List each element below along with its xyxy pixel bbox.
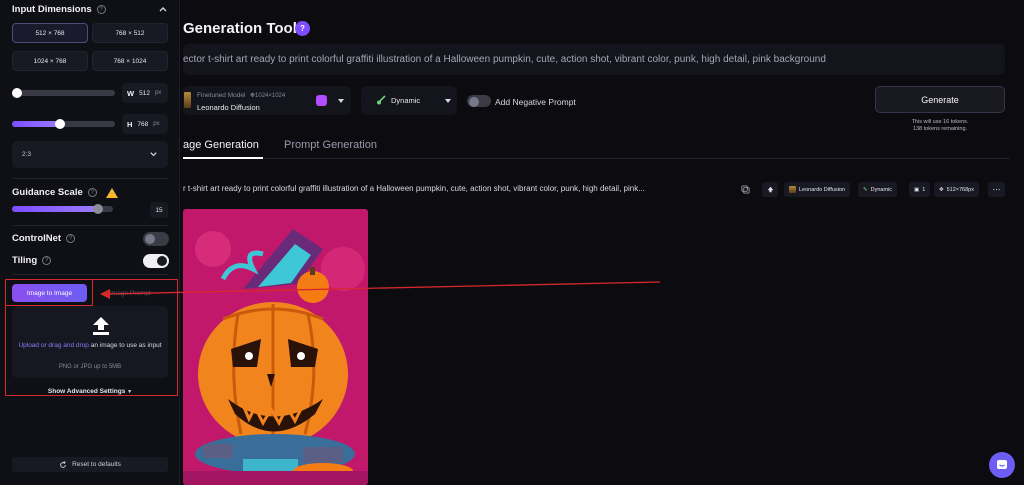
help-icon[interactable]: ? bbox=[295, 21, 310, 36]
model-kicker: Finetuned Model bbox=[197, 92, 246, 99]
negative-prompt-label: Add Negative Prompt bbox=[495, 97, 576, 107]
chip-image-count: ▣ 1 bbox=[909, 182, 931, 197]
height-slider-handle[interactable] bbox=[55, 119, 65, 129]
width-field[interactable]: W 512 px bbox=[122, 83, 168, 103]
input-dimensions-header[interactable]: Input Dimensions ? bbox=[12, 4, 106, 15]
model-thumbnail bbox=[184, 92, 191, 108]
generate-button[interactable]: Generate bbox=[875, 86, 1005, 113]
prompt-input[interactable]: ector t-shirt art ready to print colorfu… bbox=[183, 44, 1005, 75]
token-usage-line: This will use 16 tokens. bbox=[911, 119, 969, 125]
active-tab-indicator bbox=[183, 157, 263, 159]
guidance-scale-value[interactable]: 15 bbox=[150, 202, 168, 218]
chat-support-button[interactable] bbox=[989, 452, 1015, 478]
style-name: Dynamic bbox=[391, 96, 421, 105]
generation-prompt: r t-shirt art ready to print colorful gr… bbox=[183, 184, 645, 193]
sidebar: Input Dimensions ? 512 × 768 768 × 512 1… bbox=[0, 0, 180, 485]
help-icon[interactable]: ? bbox=[42, 256, 52, 265]
size-768x1024-button[interactable]: 768 × 1024 bbox=[92, 51, 168, 71]
controlnet-row: ControlNet ? bbox=[12, 233, 76, 244]
divider bbox=[12, 178, 168, 179]
help-icon[interactable]: ? bbox=[87, 188, 97, 197]
width-slider[interactable] bbox=[12, 88, 115, 98]
warning-icon bbox=[105, 187, 118, 198]
negative-prompt-toggle[interactable] bbox=[467, 95, 491, 107]
height-slider-fill bbox=[12, 121, 60, 127]
chip-count-label: 1 bbox=[922, 186, 926, 193]
annotation-highlight-panel bbox=[5, 279, 178, 396]
controlnet-toggle[interactable] bbox=[143, 232, 169, 246]
upload-arrow-icon[interactable] bbox=[762, 182, 778, 197]
chip-size: ✥ 512×768px bbox=[934, 182, 979, 197]
model-select[interactable]: Finetuned Model ✥1024×1024 Leonardo Diff… bbox=[183, 86, 351, 115]
tiling-label: Tiling bbox=[12, 255, 38, 266]
aspect-ratio-value: 2:3 bbox=[22, 151, 32, 158]
input-dimensions-title: Input Dimensions bbox=[12, 4, 92, 15]
height-label: H bbox=[127, 119, 133, 129]
reset-icon bbox=[60, 460, 66, 468]
chip-size-label: 512×768px bbox=[946, 186, 974, 193]
model-settings-icon[interactable] bbox=[316, 95, 327, 106]
reset-label: Reset to defaults bbox=[72, 461, 121, 468]
help-icon[interactable]: ? bbox=[96, 5, 106, 14]
brush-icon: ✎ bbox=[863, 186, 868, 193]
size-1024x768-button[interactable]: 1024 × 768 bbox=[12, 51, 88, 71]
chat-icon bbox=[997, 460, 1007, 469]
copy-icon[interactable] bbox=[738, 182, 752, 197]
height-unit: px bbox=[153, 121, 160, 127]
chevron-up-icon[interactable] bbox=[158, 4, 168, 14]
guidance-scale-title: Guidance Scale bbox=[12, 187, 83, 198]
controlnet-label: ControlNet bbox=[12, 233, 62, 244]
tiling-row: Tiling ? bbox=[12, 255, 52, 266]
images-icon: ▣ bbox=[914, 186, 920, 193]
guidance-scale-slider[interactable] bbox=[12, 204, 113, 214]
move-icon: ✥ bbox=[939, 186, 944, 193]
height-slider[interactable] bbox=[12, 119, 115, 129]
chip-style-label: Dynamic bbox=[870, 186, 893, 193]
width-label: W bbox=[127, 88, 135, 98]
size-768x512-button[interactable]: 768 × 512 bbox=[92, 23, 168, 43]
tab-prompt-generation[interactable]: Prompt Generation bbox=[284, 139, 377, 151]
page-title: Generation Tool bbox=[183, 20, 297, 37]
tokens-remaining-line: 138 tokens remaining. bbox=[912, 126, 968, 132]
generated-image-artwork bbox=[183, 209, 368, 485]
help-icon[interactable]: ? bbox=[66, 234, 76, 243]
tiling-toggle[interactable] bbox=[143, 254, 169, 268]
model-name: Leonardo Diffusion bbox=[197, 103, 260, 112]
style-select[interactable]: Dynamic bbox=[361, 86, 457, 115]
tab-divider bbox=[183, 158, 1010, 159]
model-resolution: ✥1024×1024 bbox=[250, 93, 286, 99]
chevron-down-icon bbox=[150, 152, 157, 157]
height-field[interactable]: H 768 px bbox=[122, 114, 168, 134]
brush-icon bbox=[377, 95, 386, 105]
more-options-icon[interactable]: ⋯ bbox=[988, 182, 1005, 197]
width-value: 512 bbox=[139, 89, 150, 97]
tab-image-generation[interactable]: age Generation bbox=[183, 139, 259, 151]
guidance-slider-handle[interactable] bbox=[93, 204, 103, 214]
divider bbox=[12, 274, 168, 275]
chevron-down-icon bbox=[445, 99, 451, 103]
width-slider-handle[interactable] bbox=[12, 88, 22, 98]
height-value: 768 bbox=[137, 120, 149, 128]
chevron-down-icon bbox=[338, 99, 344, 103]
guidance-scale-header: Guidance Scale ? bbox=[12, 187, 118, 198]
chip-model: Leonardo Diffusion bbox=[784, 182, 851, 197]
divider bbox=[12, 225, 168, 226]
chip-style: ✎ Dynamic bbox=[858, 182, 898, 197]
model-thumbnail-icon bbox=[789, 186, 796, 193]
size-512x768-button[interactable]: 512 × 768 bbox=[12, 23, 88, 43]
aspect-ratio-select[interactable]: 2:3 bbox=[12, 141, 168, 168]
chip-model-label: Leonardo Diffusion bbox=[799, 186, 846, 193]
token-usage-note: This will use 16 tokens. 138 tokens rema… bbox=[875, 119, 1005, 133]
reset-to-defaults-button[interactable]: Reset to defaults bbox=[12, 457, 168, 472]
width-unit: px bbox=[154, 90, 162, 96]
guidance-slider-fill bbox=[12, 206, 98, 212]
generated-image[interactable] bbox=[183, 209, 368, 485]
